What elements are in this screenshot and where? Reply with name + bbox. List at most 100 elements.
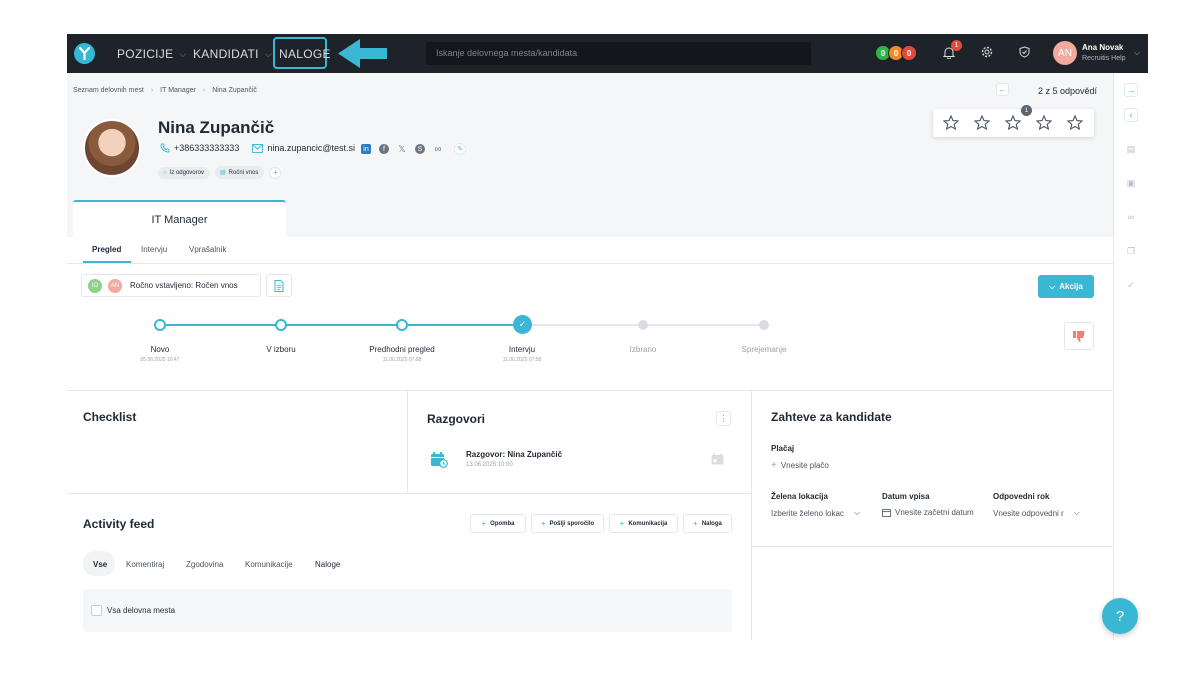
calendar-icon[interactable] (711, 453, 724, 465)
more-options-icon[interactable]: ⋮ (716, 411, 731, 426)
cv-document-icon[interactable]: ▤ (1124, 142, 1138, 156)
gear-icon[interactable] (981, 46, 993, 58)
right-sidebar: → ‹ ▤ ▣ ∞ ❐ ✓ (1113, 73, 1148, 640)
pipeline-node[interactable] (154, 319, 166, 331)
plus-icon: + (619, 519, 625, 528)
email-icon (252, 143, 264, 153)
star-icon[interactable] (1005, 115, 1021, 130)
collapse-panel-button[interactable]: ‹ (1124, 108, 1138, 122)
start-date-input[interactable]: Vnesite začetni datum (882, 508, 974, 517)
edit-contact-button[interactable]: ✎ (454, 143, 466, 155)
notice-period-value: Vnesite odpovedni r (993, 508, 1064, 518)
candidate-detail-page: Seznam delovnih mest › IT Manager › Nina… (67, 73, 1113, 640)
pipeline-node[interactable] (275, 319, 287, 331)
conversation-title[interactable]: Razgovor: Nina Zupančič (466, 450, 562, 459)
shield-icon[interactable] (1019, 46, 1030, 58)
reject-button[interactable] (1064, 322, 1094, 350)
user-organization: Recruitis Help (1082, 55, 1126, 62)
notice-period-select[interactable]: Vnesite odpovedni r ⌵ (993, 508, 1080, 518)
star-icon[interactable] (974, 115, 990, 130)
link-icon[interactable]: ∞ (433, 144, 443, 155)
location-value: Izberite želeno lokac (771, 508, 844, 518)
facebook-icon[interactable]: f (379, 144, 389, 154)
star-icon[interactable] (1036, 115, 1052, 130)
tag-label: Iz odgovorov (169, 169, 204, 176)
subtab-interview[interactable]: Intervju (141, 245, 167, 254)
tag-chip[interactable]: ○ Iz odgovorov (158, 166, 210, 179)
plus-icon: + (540, 519, 546, 528)
all-jobs-checkbox[interactable] (91, 605, 102, 616)
star-rating: 1 (933, 105, 1094, 137)
candidate-phone[interactable]: +386333333333 (174, 143, 239, 153)
document-button[interactable] (266, 274, 292, 297)
pipeline-node[interactable] (396, 319, 408, 331)
detail-subtabs: Pregled Intervju Vprašalnik (67, 237, 1113, 264)
nav-tasks[interactable]: NALOGE (279, 47, 331, 61)
add-task-button[interactable]: + Naloga (683, 514, 732, 533)
feed-tab-comment[interactable]: Komentiraj (126, 560, 164, 569)
message-icon[interactable]: ▣ (1124, 176, 1138, 190)
plus-icon: + (481, 519, 487, 528)
feed-tab-tasks[interactable]: Naloge (315, 560, 340, 569)
status-counters[interactable]: 0 0 0 (875, 45, 917, 61)
subtab-questionnaire[interactable]: Vprašalnik (189, 245, 226, 254)
feed-tab-all[interactable]: Vse (93, 560, 107, 569)
feed-tab-communications[interactable]: Komunikacije (245, 560, 293, 569)
subtab-overview[interactable]: Pregled (92, 245, 121, 254)
help-button[interactable]: ? (1102, 598, 1138, 634)
breadcrumb-job-list[interactable]: Seznam delovnih mest (73, 87, 144, 94)
chevron-down-icon: ⌵ (853, 508, 861, 517)
chevron-down-icon[interactable]: ⌵ (1134, 48, 1140, 58)
divider (67, 493, 751, 494)
chevron-down-icon: ⌵ (1073, 508, 1080, 517)
divider (751, 546, 1113, 547)
pipeline-node[interactable] (638, 320, 648, 330)
pipeline-label: Novo (150, 345, 170, 354)
add-note-button[interactable]: + Opomba (470, 514, 526, 533)
star-icon[interactable] (943, 115, 959, 130)
start-date-value: Vnesite začetni datum (895, 508, 974, 517)
add-communication-button[interactable]: + Komunikacija (609, 514, 678, 533)
tab-job[interactable]: IT Manager (73, 200, 286, 237)
star-icon[interactable] (1067, 115, 1083, 130)
previous-candidate-button[interactable]: ← (996, 83, 1009, 96)
calendar-icon (882, 509, 891, 517)
recruitis-logo-icon[interactable] (74, 43, 95, 64)
twitter-icon[interactable]: 𝕏 (397, 144, 407, 154)
breadcrumb-job[interactable]: IT Manager (160, 87, 196, 94)
document-icon (274, 279, 284, 292)
link-icon[interactable]: ∞ (1124, 210, 1138, 224)
salary-label: Plačaj (771, 444, 795, 453)
check-circle-icon[interactable]: ✓ (1124, 278, 1138, 292)
copy-icon[interactable]: ❐ (1124, 244, 1138, 258)
button-label: Naloga (701, 520, 722, 527)
button-label: Komunikacija (628, 520, 668, 527)
action-button[interactable]: ⌵ Akcija (1038, 275, 1094, 298)
location-select[interactable]: Izberite želeno lokac ⌵ (771, 508, 860, 518)
user-avatar[interactable]: AN (1053, 41, 1077, 65)
add-tag-button[interactable]: + (269, 166, 282, 179)
user-name[interactable]: Ana Novak (1082, 43, 1123, 52)
feed-tab-history[interactable]: Zgodovina (186, 560, 223, 569)
tag-chip[interactable]: ▤ Ročni vnos (214, 166, 265, 179)
skype-icon[interactable]: S (415, 144, 425, 154)
send-message-button[interactable]: + Pošlji sporočilo (531, 514, 604, 533)
nav-candidates[interactable]: KANDIDATI ⌵ (193, 47, 272, 61)
breadcrumb: Seznam delovnih mest › IT Manager › Nina… (73, 87, 257, 94)
chevron-right-icon: › (202, 87, 206, 94)
candidate-email[interactable]: nina.zupancic@test.si (267, 143, 355, 153)
candidate-tags: ○ Iz odgovorov ▤ Ročni vnos + (158, 166, 282, 179)
pipeline-node[interactable] (759, 320, 769, 330)
salary-input[interactable]: + Vnesite plačo (771, 460, 829, 471)
counter-red[interactable]: 0 (901, 45, 917, 61)
candidate-contact: +386333333333 nina.zupancic@test.si (160, 143, 355, 153)
notification-badge: 1 (951, 40, 962, 51)
rating-count-badge: 1 (1021, 105, 1032, 116)
linkedin-icon[interactable]: in (361, 144, 371, 154)
pipeline-date: 05.06.2025 10:47 (140, 357, 180, 363)
search-input[interactable]: Iskanje delovnega mesta/kandidata (426, 42, 811, 65)
nav-positions[interactable]: POZICIJE ⌵ (117, 47, 187, 61)
pipeline-label: Intervju (508, 345, 536, 354)
pipeline-current-node[interactable]: ✓ (513, 315, 532, 334)
expand-sidebar-button[interactable]: → (1124, 83, 1138, 97)
